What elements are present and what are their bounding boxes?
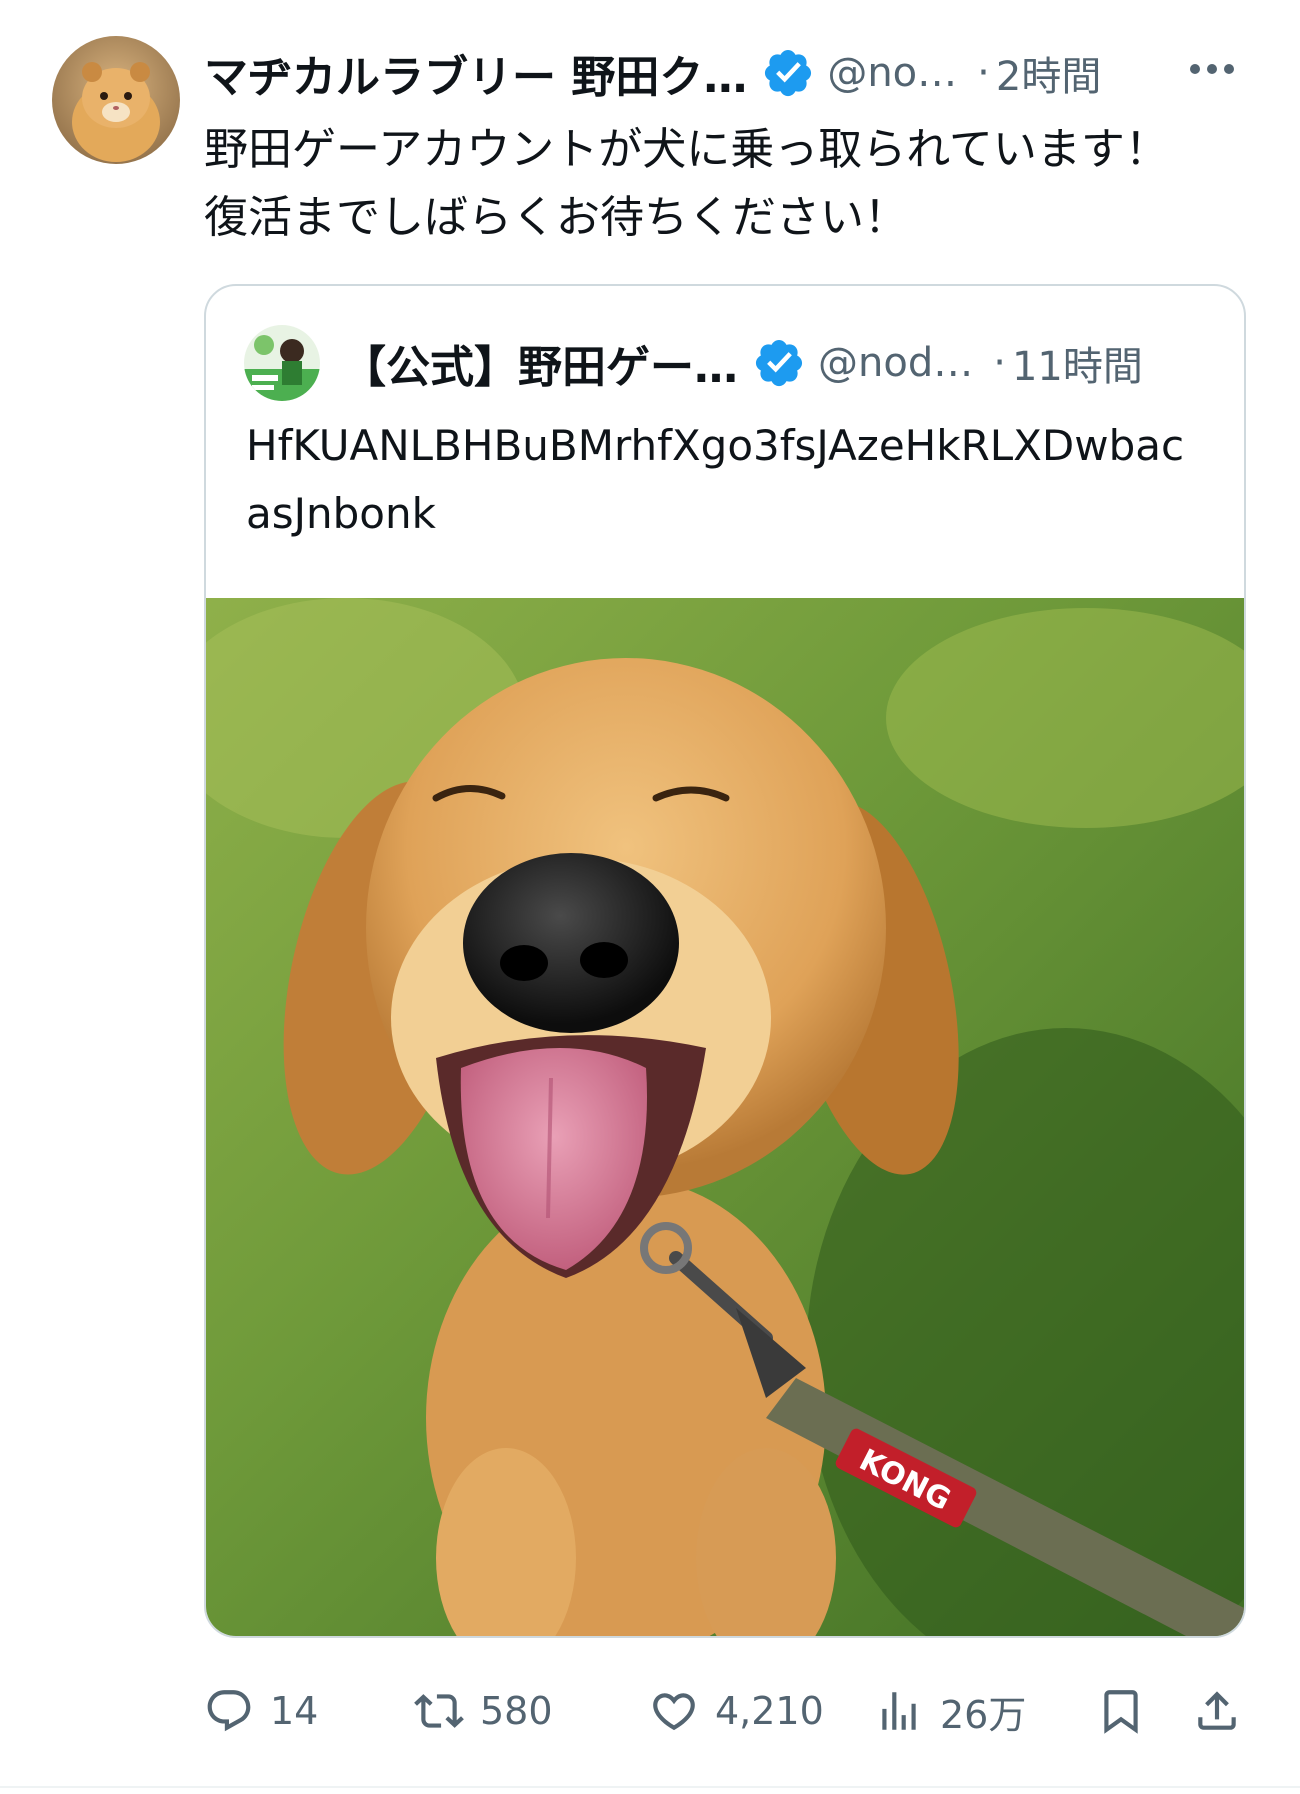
retweet-count: 580 <box>480 1689 553 1733</box>
verified-icon <box>761 46 815 100</box>
tweet: マヂカルラブリー 野田ク… @no… · 2時間 野田ゲーアカウントが犬に乗っ取… <box>0 0 1300 1794</box>
like-count: 4,210 <box>715 1689 824 1733</box>
quoted-author-avatar[interactable] <box>244 325 320 401</box>
bookmark-icon <box>1096 1686 1146 1736</box>
quoted-tweet-photo[interactable]: KONG <box>206 598 1244 1636</box>
reply-icon <box>204 1686 254 1736</box>
tweet-actions: 14 580 4,210 26万 <box>204 1666 1264 1756</box>
author-avatar[interactable] <box>52 36 180 164</box>
like-button[interactable]: 4,210 <box>649 1666 824 1756</box>
views-count: 26万 <box>940 1692 1027 1737</box>
author-handle[interactable]: @no… <box>827 50 957 96</box>
tweet-time[interactable]: 2時間 <box>996 44 1101 102</box>
quoted-text-line: HfKUANLBHBuBMrhfXgo3fsJAzeHkRLXDwbac <box>246 421 1185 470</box>
quoted-tweet[interactable]: 【公式】野田ゲー… @nod… · 11時間 HfKUANLBHBuBMrhfX… <box>204 284 1246 1638</box>
quoted-tweet-text: HfKUANLBHBuBMrhfXgo3fsJAzeHkRLXDwbac asJ… <box>246 412 1226 548</box>
tweet-text: 野田ゲーアカウントが犬に乗っ取られています！ 復活までしばらくお待ちください！ <box>204 116 1264 252</box>
tweet-text-line: 復活までしばらくお待ちください！ <box>204 192 908 243</box>
quoted-tweet-header: 【公式】野田ゲー… @nod… · 11時間 <box>244 324 1214 402</box>
verified-icon <box>752 336 806 390</box>
views-button[interactable]: 26万 <box>874 1666 1026 1756</box>
tweet-header: マヂカルラブリー 野田ク… @no… · 2時間 <box>204 40 1254 106</box>
like-icon <box>649 1686 699 1736</box>
quoted-text-line: asJnbonk <box>246 489 436 538</box>
separator-dot: · <box>977 50 990 96</box>
author-name[interactable]: マヂカルラブリー 野田ク… <box>204 41 747 105</box>
quoted-tweet-time[interactable]: 11時間 <box>1012 334 1143 392</box>
separator-dot: · <box>993 340 1006 386</box>
divider <box>0 1786 1300 1788</box>
reply-count: 14 <box>270 1689 319 1733</box>
quoted-author-name[interactable]: 【公式】野田ゲー… <box>342 331 738 395</box>
more-icon[interactable] <box>1182 44 1242 94</box>
reply-button[interactable]: 14 <box>204 1666 318 1756</box>
share-icon <box>1192 1686 1242 1736</box>
retweet-icon <box>414 1686 464 1736</box>
tweet-text-line: 野田ゲーアカウントが犬に乗っ取られています！ <box>204 124 1169 175</box>
retweet-button[interactable]: 580 <box>414 1666 553 1756</box>
bookmark-button[interactable] <box>1096 1666 1146 1756</box>
views-icon <box>874 1686 924 1736</box>
quoted-author-handle[interactable]: @nod… <box>818 340 973 386</box>
share-button[interactable] <box>1192 1666 1242 1756</box>
